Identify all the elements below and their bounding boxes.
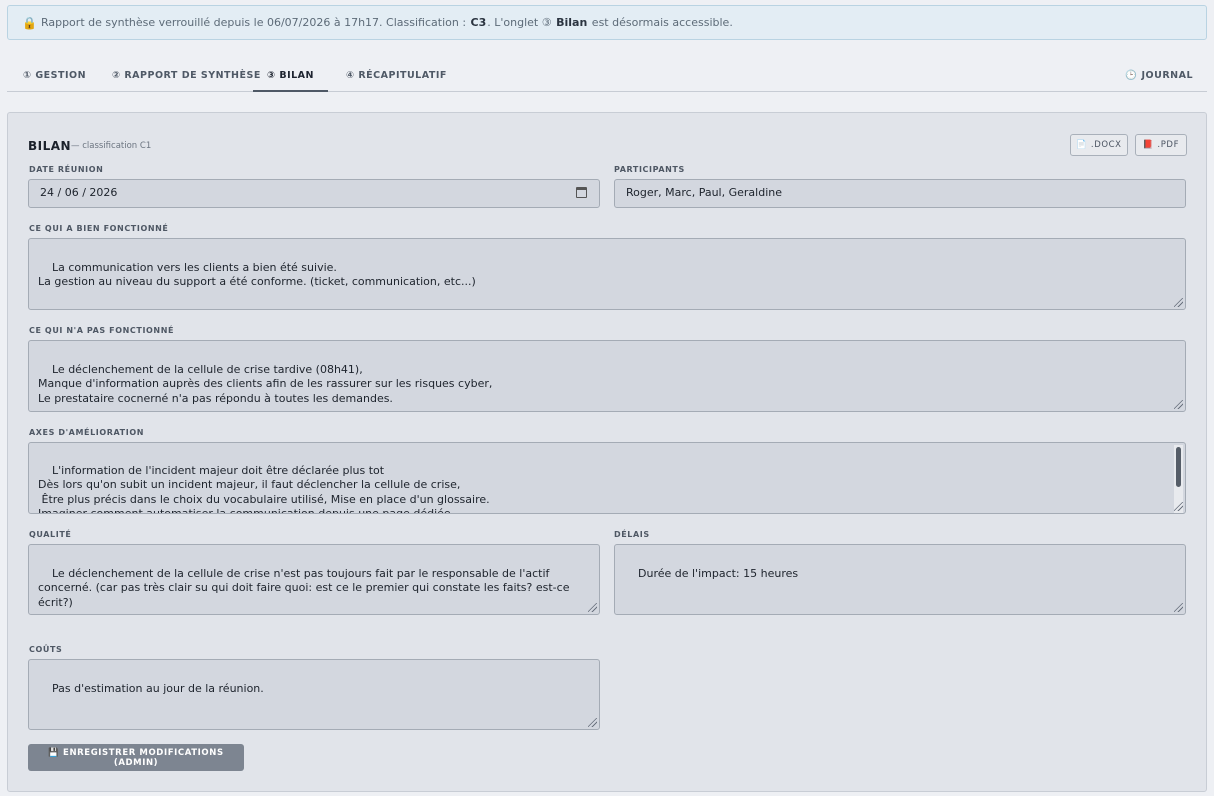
date-label: DATE RÉUNION [29,165,104,174]
resize-handle[interactable] [588,603,597,612]
panel-subtitle: — classification C1 [71,141,152,151]
costs-value: Pas d'estimation au jour de la réunion. [52,681,264,695]
scrollbar-thumb[interactable] [1176,447,1181,487]
failed-value: Le déclenchement de la cellule de crise … [38,362,493,405]
banner-text-after: est désormais accessible. [591,16,733,29]
calendar-icon[interactable] [576,187,587,198]
save-button[interactable]: 💾 ENREGISTRER MODIFICATIONS (ADMIN) [28,744,244,771]
improve-value: L'information de l'incident majeur doit … [38,463,490,514]
tab-journal-label: JOURNAL [1141,70,1193,81]
tab-gestion[interactable]: ① GESTION [9,62,100,92]
bilan-panel: BILAN — classification C1 📄 .DOCX 📕 .PDF… [7,112,1207,792]
delays-label: DÉLAIS [614,530,650,539]
export-pdf-button[interactable]: 📕 .PDF [1135,134,1187,156]
participants-label: PARTICIPANTS [614,165,685,174]
delays-value: Durée de l'impact: 15 heures [638,566,799,580]
failed-textarea[interactable]: Le déclenchement de la cellule de crise … [28,340,1186,412]
costs-label: COÛTS [29,645,63,654]
lock-icon: 🔒 [22,15,37,30]
lock-banner: 🔒 Rapport de synthèse verrouillé depuis … [7,5,1207,40]
tab-journal[interactable]: 🕒 JOURNAL [1111,62,1207,92]
tab-rapport-synthese[interactable]: ② RAPPORT DE SYNTHÈSE [98,62,275,92]
tab-bar: ① GESTION ② RAPPORT DE SYNTHÈSE ③ BILAN … [7,62,1207,92]
failed-label: CE QUI N'A PAS FONCTIONNÉ [29,326,175,335]
quality-label: QUALITÉ [29,530,72,539]
worked-value: La communication vers les clients a bien… [38,260,476,289]
quality-textarea[interactable]: Le déclenchement de la cellule de crise … [28,544,600,615]
worked-label: CE QUI A BIEN FONCTIONNÉ [29,224,169,233]
banner-tab-name: Bilan [556,16,588,29]
resize-handle[interactable] [1174,298,1183,307]
banner-text-before: Rapport de synthèse verrouillé depuis le… [40,16,467,29]
participants-value: Roger, Marc, Paul, Geraldine [626,186,782,200]
tab-bilan[interactable]: ③ BILAN [253,62,328,92]
resize-handle[interactable] [1174,400,1183,409]
resize-handle[interactable] [588,718,597,727]
costs-textarea[interactable]: Pas d'estimation au jour de la réunion. [28,659,600,730]
clock-icon: 🕒 [1125,70,1138,81]
export-docx-button[interactable]: 📄 .DOCX [1070,134,1128,156]
resize-handle[interactable] [1174,502,1183,511]
worked-textarea[interactable]: La communication vers les clients a bien… [28,238,1186,310]
participants-input[interactable]: Roger, Marc, Paul, Geraldine [614,179,1186,208]
panel-title: BILAN [28,139,72,153]
date-input[interactable]: 24 / 06 / 2026 [28,179,600,208]
banner-classification: C3 [470,16,487,29]
banner-text-middle: . L'onglet ③ [487,16,552,29]
improve-textarea[interactable]: L'information de l'incident majeur doit … [28,442,1186,514]
tab-recapitulatif[interactable]: ④ RÉCAPITULATIF [332,62,461,92]
quality-value: Le déclenchement de la cellule de crise … [38,566,573,609]
date-value: 24 / 06 / 2026 [40,186,118,200]
improve-label: AXES D'AMÉLIORATION [29,428,145,437]
delays-textarea[interactable]: Durée de l'impact: 15 heures [614,544,1186,615]
resize-handle[interactable] [1174,603,1183,612]
